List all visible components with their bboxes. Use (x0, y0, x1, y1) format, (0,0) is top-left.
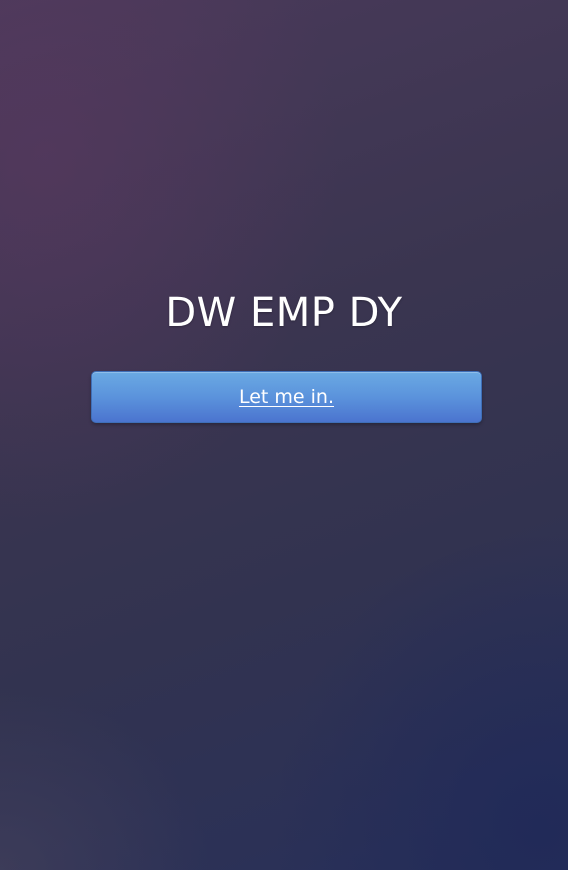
let-me-in-button[interactable]: Let me in. (91, 371, 482, 423)
page-title: DW EMP DY (165, 290, 403, 336)
landing-page: DW EMP DY Let me in. (0, 0, 568, 870)
let-me-in-label: Let me in. (238, 386, 335, 408)
